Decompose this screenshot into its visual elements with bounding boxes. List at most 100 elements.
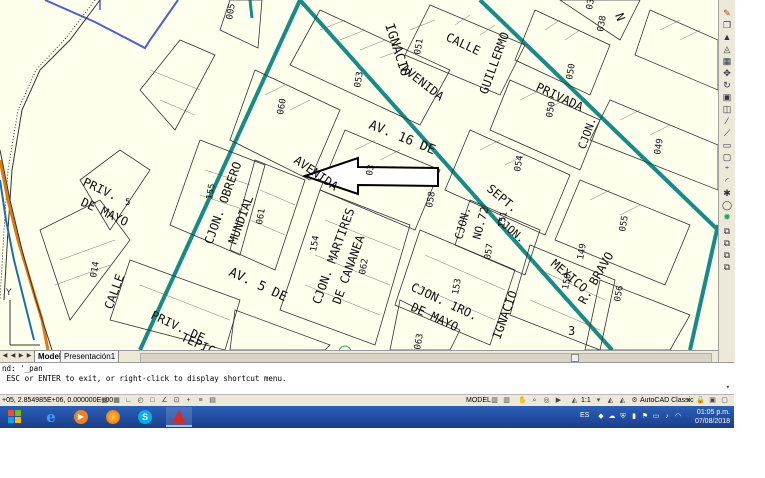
label-calle: CALLE — [444, 30, 483, 58]
command-window[interactable]: nd: '_pan ESC or ENTER to exit, or right… — [0, 362, 734, 395]
copy-tool-icon[interactable]: ❐ — [721, 20, 733, 30]
scale-tool-icon[interactable]: ▣ — [721, 92, 733, 102]
layer-2-tool-icon[interactable]: ⧉ — [721, 238, 733, 248]
polar-icon[interactable]: ◴ — [136, 396, 145, 405]
coordinate-readout: +05, 2.854985E+06, 0.000000E+00 — [2, 397, 114, 404]
label-cjon-b: CJON. — [494, 214, 528, 245]
quick-view-drawings-icon[interactable]: ▥ — [502, 396, 511, 405]
label-no72: NO.72 — [470, 205, 491, 240]
explode-tool-icon[interactable]: ✱ — [721, 188, 733, 198]
auto-scale-icon[interactable]: ◭ — [618, 396, 627, 405]
steeringwheel-icon[interactable]: ◎ — [542, 396, 551, 405]
dyn-icon[interactable]: + — [184, 396, 193, 405]
label-060: 060 — [276, 98, 289, 116]
autocad-icon — [172, 409, 186, 423]
fillet-tool-icon[interactable]: ◜ — [721, 176, 733, 186]
map-labels: 005 IGNACIO 039 N CALLE 051 GUILLERMO 03… — [79, 0, 666, 350]
chamfer-tool-icon[interactable]: ⁺ — [721, 164, 733, 174]
start-button[interactable] — [2, 407, 28, 427]
network-icon[interactable]: ▮ — [630, 413, 638, 421]
annotation-scale-icon[interactable]: ◭ — [570, 396, 579, 405]
command-scroll-icon[interactable]: ▾ — [726, 383, 730, 391]
hardware-acceleration-icon[interactable]: ▣ — [708, 396, 717, 405]
grid-icon[interactable]: ▦ — [112, 396, 121, 405]
language-indicator[interactable]: ES — [580, 412, 589, 419]
annotation-visibility-icon[interactable]: ◭ — [606, 396, 615, 405]
tab-first-icon[interactable]: ◀ — [2, 352, 8, 361]
extend-tool-icon[interactable]: ⟋ — [721, 128, 733, 138]
lock-icon[interactable]: 🔓 — [696, 396, 705, 405]
otrack-icon[interactable]: ∠ — [160, 396, 169, 405]
offset-tool-icon[interactable]: ◬ — [721, 44, 733, 54]
snap-icon[interactable]: ▦ — [100, 396, 109, 405]
qp-icon[interactable]: ▤ — [208, 396, 217, 405]
clean-screen-icon[interactable]: ▢ — [720, 396, 729, 405]
windows-logo-icon — [8, 410, 21, 423]
quick-view-layouts-icon[interactable]: ▥ — [490, 396, 499, 405]
horizontal-scroll-thumb[interactable] — [571, 354, 579, 362]
windows-taskbar: e ▶ S ES ◆ ☁ ⛨ ▮ ⚑ ▭ ♪ ◠ 01:05 p.m. 07/0… — [0, 406, 734, 428]
zoom-icon[interactable]: ⌕ — [530, 396, 539, 405]
shield-icon[interactable]: ⛨ — [619, 413, 627, 421]
label-guillermo: GUILLERMO — [477, 30, 512, 96]
tab-next-icon[interactable]: ▶ — [18, 352, 24, 361]
label-154: 154 — [309, 235, 322, 253]
workspace-dropdown-icon[interactable]: ▾ — [684, 396, 693, 405]
label-149: 149 — [576, 243, 589, 261]
dropbox-icon[interactable]: ◆ — [597, 413, 605, 421]
label-03: 03 — [365, 164, 377, 176]
tab-last-icon[interactable]: ▶ — [26, 352, 32, 361]
annotation-scale-value[interactable]: 1:1 — [581, 396, 591, 406]
drawing-canvas[interactable]: 005 IGNACIO 039 N CALLE 051 GUILLERMO 03… — [0, 0, 718, 350]
wifi-icon[interactable]: ◠ — [674, 413, 682, 421]
explode-alt-tool-icon[interactable]: ✹ — [721, 212, 733, 222]
label-ignacio-2: IGNACIO — [490, 289, 520, 341]
osnap-icon[interactable]: □ — [148, 396, 157, 405]
flag-icon[interactable]: ⚑ — [641, 413, 649, 421]
lwt-icon[interactable]: ≡ — [196, 396, 205, 405]
join-tool-icon[interactable]: ▢ — [721, 152, 733, 162]
rail-edge — [0, 149, 53, 350]
internet-explorer-button[interactable]: e — [38, 407, 64, 427]
rotate-tool-icon[interactable]: ↻ — [721, 80, 733, 90]
label-5: 5 — [125, 198, 130, 208]
ie-icon: e — [46, 408, 56, 426]
autocad-button[interactable] — [166, 407, 192, 427]
label-av-5-de: AV. 5 DE — [226, 265, 289, 305]
label-050b: 050 — [545, 101, 558, 119]
pan-icon[interactable]: ✋ — [518, 396, 527, 405]
label-049: 049 — [653, 138, 666, 156]
label-n: N — [612, 11, 628, 23]
media-player-button[interactable]: ▶ — [68, 407, 94, 427]
clock-time[interactable]: 01:05 p.m. — [697, 408, 730, 417]
ortho-icon[interactable]: ∟ — [124, 396, 133, 405]
model-space-label[interactable]: MODEL — [466, 396, 491, 406]
scale-dropdown-icon[interactable]: ▾ — [594, 396, 603, 405]
label-058: 058 — [425, 191, 438, 209]
label-153: 153 — [451, 278, 464, 296]
mirror-tool-icon[interactable]: ▲ — [721, 32, 733, 42]
volume-icon[interactable]: ♪ — [663, 413, 671, 421]
label-061: 061 — [255, 208, 268, 226]
layer-tool-icon[interactable]: ⧉ — [721, 226, 733, 236]
showmotion-icon[interactable]: ▶ — [554, 396, 563, 405]
array-tool-icon[interactable]: ▦ — [721, 56, 733, 66]
firefox-button[interactable] — [100, 407, 126, 427]
ducs-icon[interactable]: ⊡ — [172, 396, 181, 405]
rail-blue — [0, 179, 35, 341]
clock-date[interactable]: 07/08/2018 — [695, 417, 730, 426]
layer-3-tool-icon[interactable]: ⧉ — [721, 250, 733, 260]
break-tool-icon[interactable]: ▭ — [721, 140, 733, 150]
layer-4-tool-icon[interactable]: ⧉ — [721, 262, 733, 272]
stretch-tool-icon[interactable]: ◫ — [721, 104, 733, 114]
battery-icon[interactable]: ▭ — [652, 413, 660, 421]
move-tool-icon[interactable]: ✥ — [721, 68, 733, 78]
erase-tool-icon[interactable]: ✎ — [721, 8, 733, 18]
tab-prev-icon[interactable]: ◀ — [10, 352, 16, 361]
workspace-icon[interactable]: ⚙ — [630, 396, 639, 405]
fill-tool-icon[interactable]: ◯ — [721, 200, 733, 210]
trim-tool-icon[interactable]: ⁄ — [721, 116, 733, 126]
skype-button[interactable]: S — [132, 407, 158, 427]
map-drawing: 005 IGNACIO 039 N CALLE 051 GUILLERMO 03… — [0, 0, 718, 350]
onedrive-icon[interactable]: ☁ — [608, 413, 616, 421]
